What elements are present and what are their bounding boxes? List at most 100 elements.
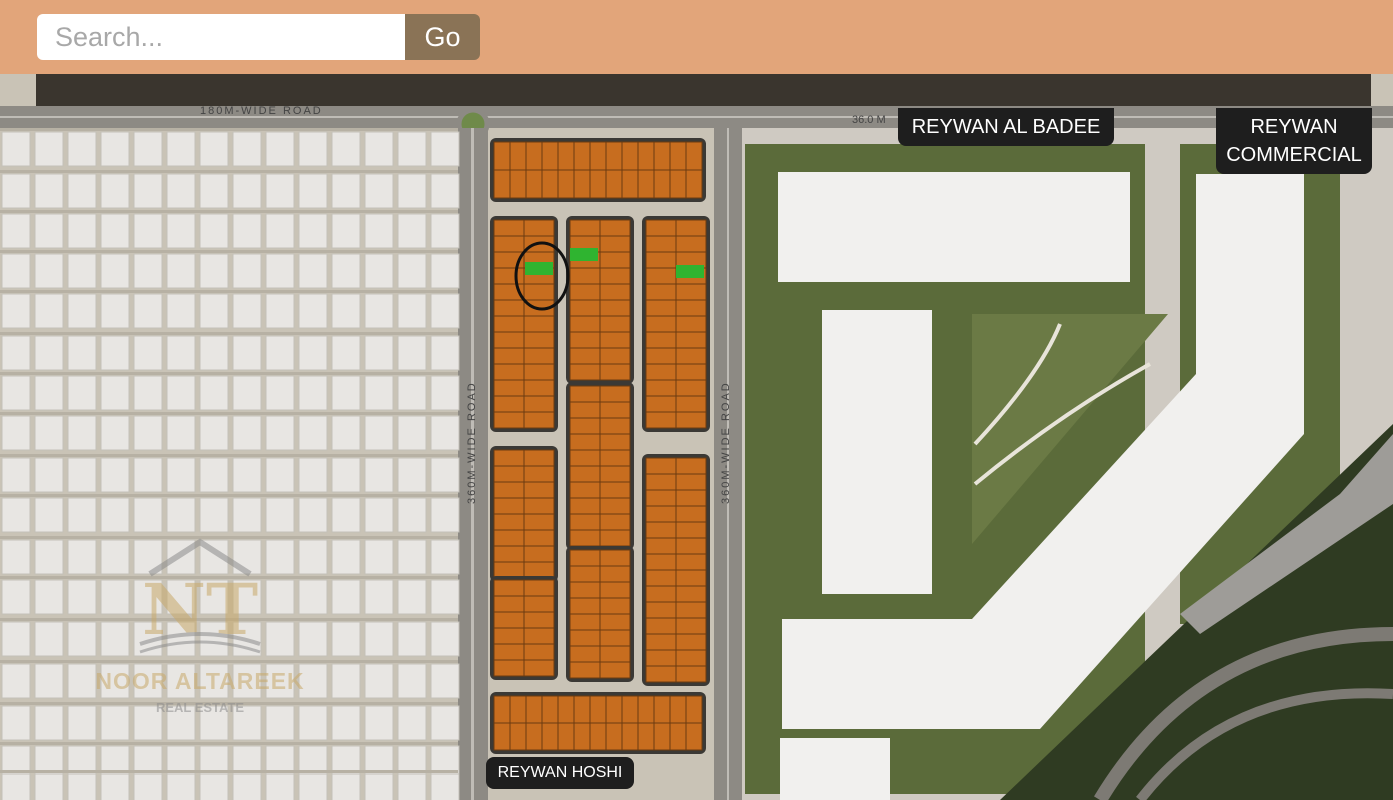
watermark-logo-icon: NT bbox=[139, 538, 261, 654]
villa bbox=[67, 497, 97, 533]
villa bbox=[199, 253, 229, 289]
plot bbox=[675, 553, 707, 571]
villa bbox=[397, 293, 427, 329]
plot bbox=[493, 529, 525, 547]
plot bbox=[645, 251, 677, 269]
plot bbox=[645, 219, 677, 237]
villa bbox=[298, 131, 328, 167]
search-input[interactable] bbox=[37, 14, 405, 60]
plot bbox=[645, 283, 677, 301]
master-plan-map[interactable]: 180M-WIDE ROAD 36.0 M 360M-WIDE ROAD 360… bbox=[0, 74, 1393, 800]
villa bbox=[199, 131, 229, 167]
label-reywan-al-badee[interactable]: REYWAN AL BADEE bbox=[898, 108, 1114, 146]
plot bbox=[637, 695, 655, 724]
plot bbox=[493, 219, 525, 237]
plot bbox=[685, 169, 703, 199]
villa bbox=[100, 213, 130, 249]
plot bbox=[675, 219, 707, 237]
plot bbox=[645, 553, 677, 571]
plot bbox=[599, 219, 631, 237]
label-commercial-text: REYWAN COMMERCIAL bbox=[1226, 116, 1362, 166]
plot bbox=[569, 565, 601, 583]
plot bbox=[675, 363, 707, 381]
villa bbox=[430, 457, 460, 493]
villa bbox=[199, 213, 229, 249]
plot bbox=[645, 617, 677, 635]
villa bbox=[34, 293, 64, 329]
plot bbox=[569, 363, 601, 381]
plot bbox=[523, 363, 555, 381]
villa bbox=[1, 539, 31, 575]
villa bbox=[67, 457, 97, 493]
villa bbox=[397, 497, 427, 533]
plot bbox=[493, 363, 525, 381]
plot bbox=[599, 315, 631, 333]
villa bbox=[34, 539, 64, 575]
villa bbox=[265, 335, 295, 371]
plot bbox=[493, 659, 525, 677]
villa bbox=[364, 663, 394, 699]
villa bbox=[1, 173, 31, 209]
plot bbox=[645, 569, 677, 587]
villa bbox=[397, 579, 427, 615]
plot bbox=[569, 385, 601, 403]
plot bbox=[523, 315, 555, 333]
label-reywan-hoshi[interactable]: REYWAN HOSHI bbox=[486, 757, 634, 789]
plot bbox=[599, 267, 631, 285]
plot bbox=[605, 722, 623, 751]
villa bbox=[1, 253, 31, 289]
villa bbox=[232, 497, 262, 533]
villa bbox=[100, 131, 130, 167]
villa bbox=[397, 173, 427, 209]
plot bbox=[675, 665, 707, 683]
plot bbox=[541, 722, 559, 751]
plot bbox=[599, 283, 631, 301]
plot bbox=[525, 169, 543, 199]
plot bbox=[569, 331, 601, 349]
plot bbox=[523, 331, 555, 349]
villa bbox=[430, 579, 460, 615]
villa bbox=[331, 375, 361, 411]
villa bbox=[430, 173, 460, 209]
plot bbox=[669, 695, 687, 724]
villa bbox=[1, 213, 31, 249]
villa bbox=[166, 773, 196, 800]
villa bbox=[364, 131, 394, 167]
plot bbox=[675, 235, 707, 253]
label-reywan-commercial[interactable]: REYWAN COMMERCIAL bbox=[1216, 108, 1372, 174]
plot bbox=[569, 267, 601, 285]
plot bbox=[523, 627, 555, 645]
villa bbox=[133, 131, 163, 167]
plot bbox=[599, 581, 631, 599]
plot bbox=[525, 695, 543, 724]
villa bbox=[1, 705, 31, 741]
villa bbox=[298, 213, 328, 249]
villa bbox=[265, 293, 295, 329]
plot bbox=[645, 411, 677, 429]
plot bbox=[645, 633, 677, 651]
plot bbox=[645, 601, 677, 619]
villa bbox=[100, 173, 130, 209]
plot bbox=[589, 169, 607, 199]
plot bbox=[645, 379, 677, 397]
plot bbox=[589, 141, 607, 171]
plot bbox=[569, 529, 601, 547]
villa bbox=[265, 497, 295, 533]
plot bbox=[675, 347, 707, 365]
villa bbox=[364, 253, 394, 289]
villa bbox=[298, 253, 328, 289]
plot bbox=[621, 722, 639, 751]
plot bbox=[637, 722, 655, 751]
villa bbox=[364, 173, 394, 209]
plot bbox=[653, 695, 671, 724]
villa bbox=[331, 497, 361, 533]
plot bbox=[675, 395, 707, 413]
plot bbox=[493, 169, 511, 199]
villa bbox=[430, 213, 460, 249]
go-button[interactable]: Go bbox=[405, 14, 480, 60]
villa bbox=[397, 415, 427, 451]
plot bbox=[645, 347, 677, 365]
plot bbox=[493, 643, 525, 661]
plot bbox=[523, 643, 555, 661]
plot bbox=[557, 141, 575, 171]
